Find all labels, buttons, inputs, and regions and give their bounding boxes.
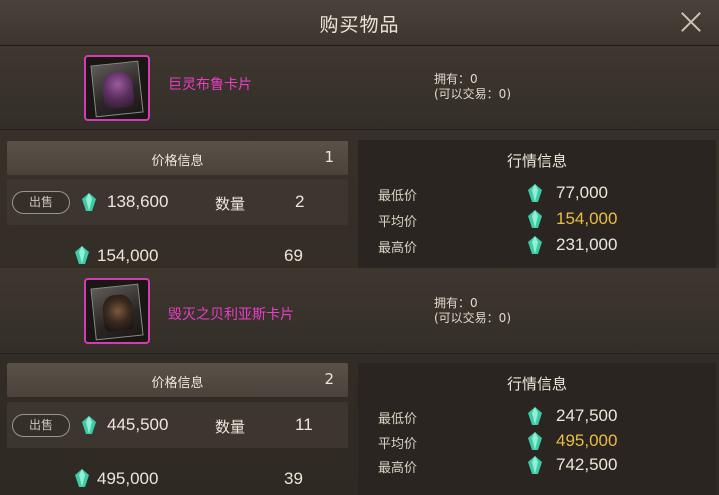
own-info: 拥有：0 (可以交易：0) <box>434 72 511 102</box>
gem-icon <box>528 184 542 202</box>
min-price-label: 最低价 <box>378 412 418 427</box>
item-card-icon[interactable] <box>84 55 150 121</box>
quantity-value: 2 <box>295 192 305 211</box>
sell-row: 出售 445,500 数量 11 <box>7 402 348 448</box>
market-info-title: 行情信息 <box>506 152 567 170</box>
item-card-icon[interactable] <box>84 278 150 344</box>
max-price-label: 最高价 <box>378 241 418 256</box>
min-price-value: 247,500 <box>556 406 618 425</box>
listing-price[interactable]: 154,000 <box>97 246 158 266</box>
card-image <box>90 60 144 118</box>
title-bar: 购买物品 <box>0 0 719 46</box>
market-info-panel: 行情信息 最低价 77,000 平均价 154,000 最高价 231,000 <box>358 140 716 276</box>
gem-icon <box>528 210 542 228</box>
buy-item-dialog: 购买物品 巨灵布鲁卡片 拥有：0 (可以交易：0) 价格信息 1 出售 138,… <box>0 0 719 495</box>
avg-price-label: 平均价 <box>378 215 418 230</box>
own-count: 拥有：0 <box>434 72 478 86</box>
min-price-label: 最低价 <box>378 189 418 204</box>
item-name: 毁灭之贝利亚斯卡片 <box>168 307 294 323</box>
quantity-label: 数量 <box>215 195 246 213</box>
gem-icon <box>528 432 542 450</box>
max-price-value: 231,000 <box>556 235 618 254</box>
price-info-label: 价格信息 <box>151 376 204 391</box>
sell-button[interactable]: 出售 <box>12 414 70 437</box>
item-name: 巨灵布鲁卡片 <box>168 77 252 93</box>
item-header: 毁灭之贝利亚斯卡片 拥有：0 (可以交易：0) <box>0 268 719 354</box>
tradable-count: (可以交易：0) <box>434 311 511 325</box>
price-info-label: 价格信息 <box>151 154 204 169</box>
quantity-value: 11 <box>295 415 313 434</box>
listing-price[interactable]: 495,000 <box>97 469 158 489</box>
item-header: 巨灵布鲁卡片 拥有：0 (可以交易：0) <box>0 46 719 130</box>
price-info-header: 价格信息 2 <box>7 363 348 397</box>
max-price-label: 最高价 <box>378 461 418 476</box>
listing-quantity: 39 <box>284 469 303 488</box>
gem-icon <box>75 246 89 264</box>
gem-icon <box>82 416 96 434</box>
sell-row: 出售 138,600 数量 2 <box>7 179 348 225</box>
gem-icon <box>528 236 542 254</box>
gem-icon <box>82 193 96 211</box>
price-info-header: 价格信息 1 <box>7 141 348 175</box>
avg-price-value: 154,000 <box>556 209 618 228</box>
listing-quantity: 69 <box>284 246 303 265</box>
price-info-count: 2 <box>324 370 334 388</box>
card-image <box>90 283 144 341</box>
gem-icon <box>75 469 89 487</box>
close-icon[interactable] <box>677 8 705 36</box>
max-price-value: 742,500 <box>556 455 618 474</box>
market-info-title: 行情信息 <box>506 375 567 393</box>
sell-price: 138,600 <box>107 192 169 211</box>
sell-button[interactable]: 出售 <box>12 191 70 214</box>
market-info-panel: 行情信息 最低价 247,500 平均价 495,000 最高价 742,500 <box>358 363 716 495</box>
gem-icon <box>528 456 542 474</box>
own-count: 拥有：0 <box>434 296 478 310</box>
price-info-count: 1 <box>324 148 334 166</box>
gem-icon <box>528 407 542 425</box>
dialog-title: 购买物品 <box>319 14 400 36</box>
quantity-label: 数量 <box>215 418 246 436</box>
tradable-count: (可以交易：0) <box>434 87 511 101</box>
avg-price-label: 平均价 <box>378 437 418 452</box>
sell-price: 445,500 <box>107 415 169 434</box>
avg-price-value: 495,000 <box>556 431 618 450</box>
min-price-value: 77,000 <box>556 183 608 202</box>
own-info: 拥有：0 (可以交易：0) <box>434 296 511 326</box>
